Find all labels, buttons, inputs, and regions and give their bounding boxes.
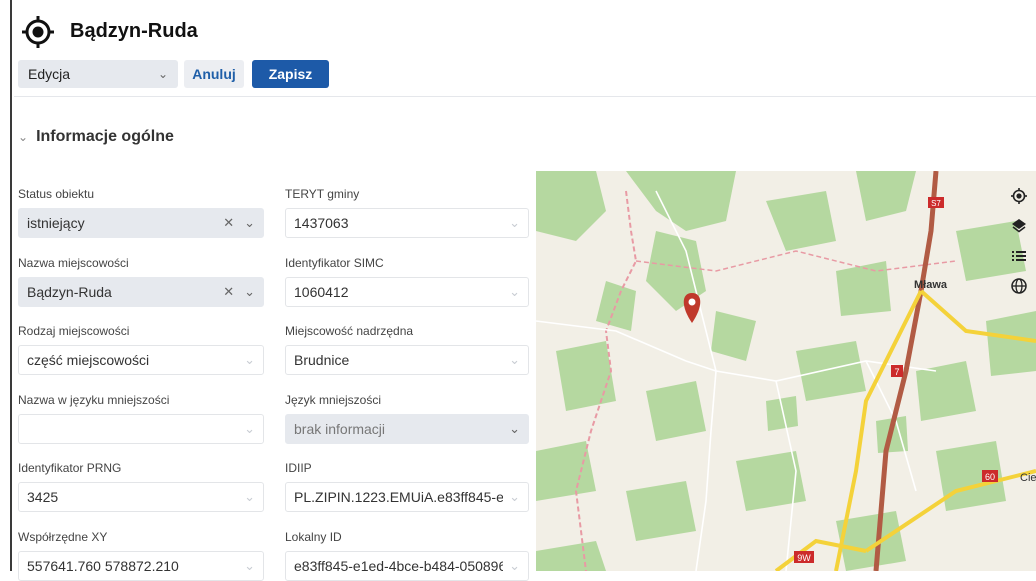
chevron-down-icon[interactable]: ⌄ [244,215,255,231]
globe-icon[interactable] [1004,274,1034,298]
road-shield-60: 60 [982,470,998,482]
rodzaj-value: część miejscowości [27,352,150,368]
jezyk-mn-label: Język mniejszości [285,393,382,407]
clear-icon[interactable]: ✕ [223,284,234,300]
lokalny-label: Lokalny ID [285,530,342,544]
simc-select[interactable]: 1060412 ⌄ [285,277,529,307]
page-title: Bądzyn-Ruda [70,20,198,42]
prng-value: 3425 [27,489,59,505]
map-toolbar [1004,184,1036,298]
teryt-label: TERYT gminy [285,187,360,201]
road-shield-s7: S7 [928,197,944,208]
nazwa-mn-label: Nazwa w języku mniejszości [18,393,170,407]
status-label: Status obiektu [18,187,95,201]
simc-value: 1060412 [294,284,349,300]
nazwa-mn-select[interactable]: ⌄ [18,414,264,444]
nadrzedna-value: Brudnice [294,352,350,368]
chevron-down-icon[interactable]: ⌄ [244,284,255,300]
xy-value: 557641.760 578872.210 [27,558,179,574]
chevron-down-icon[interactable]: ⌄ [509,421,520,437]
lokalny-value: e83ff845-e1ed-4bce-b484-05089685 [294,558,504,574]
nazwa-select[interactable]: Bądzyn-Ruda ✕ ⌄ [18,277,264,307]
chevron-down-icon[interactable]: ⌄ [244,558,255,574]
chevron-down-icon: ⌄ [18,130,29,144]
left-border [10,0,12,571]
nazwa-value: Bądzyn-Ruda [27,284,112,300]
chevron-down-icon[interactable]: ⌄ [509,215,520,231]
locate-icon[interactable] [1004,184,1034,208]
road-shield-9w: 9W [794,551,814,563]
chevron-down-icon[interactable]: ⌄ [509,489,520,505]
prng-select[interactable]: 3425 ⌄ [18,482,264,512]
layers-icon[interactable] [1004,214,1034,238]
teryt-select[interactable]: 1437063 ⌄ [285,208,529,238]
divider [14,96,1036,97]
chevron-down-icon[interactable]: ⌄ [509,558,520,574]
nazwa-label: Nazwa miejscowości [18,256,129,270]
idiip-label: IDIIP [285,461,312,475]
svg-text:60: 60 [985,472,995,482]
chevron-down-icon: ⌄ [157,67,168,81]
map-label-city-partial: Cie [1020,472,1036,484]
idiip-select[interactable]: PL.ZIPIN.1223.EMUiA.e83ff845-e1e ⌄ [285,482,529,512]
mode-select[interactable]: Edycja ⌄ [18,60,178,88]
svg-text:S7: S7 [931,199,941,208]
lokalny-select[interactable]: e83ff845-e1ed-4bce-b484-05089685 ⌄ [285,551,529,581]
xy-label: Współrzędne XY [18,530,108,544]
svg-text:7: 7 [894,367,899,377]
jezyk-mn-select[interactable]: brak informacji ⌄ [285,414,529,444]
nadrzedna-select[interactable]: Brudnice ⌄ [285,345,529,375]
map-canvas[interactable]: Mława Cie S7 7 60 9W [536,171,1036,571]
xy-select[interactable]: 557641.760 578872.210 ⌄ [18,551,264,581]
chevron-down-icon[interactable]: ⌄ [244,421,255,437]
save-button[interactable]: Zapisz [252,60,329,88]
road-shield-7: 7 [891,365,903,377]
clear-icon[interactable]: ✕ [223,215,234,231]
chevron-down-icon[interactable]: ⌄ [509,352,520,368]
map-label-city: Mława [914,279,948,291]
nadrzedna-label: Miejscowość nadrzędna [285,324,414,338]
map-view[interactable]: Mława Cie S7 7 60 9W [536,171,1036,571]
idiip-value: PL.ZIPIN.1223.EMUiA.e83ff845-e1e [294,489,504,505]
chevron-down-icon[interactable]: ⌄ [244,352,255,368]
section-header[interactable]: ⌄ Informacje ogólne [18,128,174,146]
mode-select-value: Edycja [28,66,71,82]
cancel-button[interactable]: Anuluj [184,60,244,88]
status-select[interactable]: istniejący ✕ ⌄ [18,208,264,238]
legend-icon[interactable] [1004,244,1034,268]
rodzaj-select[interactable]: część miejscowości ⌄ [18,345,264,375]
status-value: istniejący [27,215,85,231]
target-icon [22,16,54,48]
rodzaj-label: Rodzaj miejscowości [18,324,130,338]
chevron-down-icon[interactable]: ⌄ [244,489,255,505]
jezyk-mn-value: brak informacji [294,421,386,437]
simc-label: Identyfikator SIMC [285,256,384,270]
svg-text:9W: 9W [797,553,811,563]
teryt-value: 1437063 [294,215,349,231]
section-title: Informacje ogólne [36,128,174,145]
chevron-down-icon[interactable]: ⌄ [509,284,520,300]
prng-label: Identyfikator PRNG [18,461,122,475]
